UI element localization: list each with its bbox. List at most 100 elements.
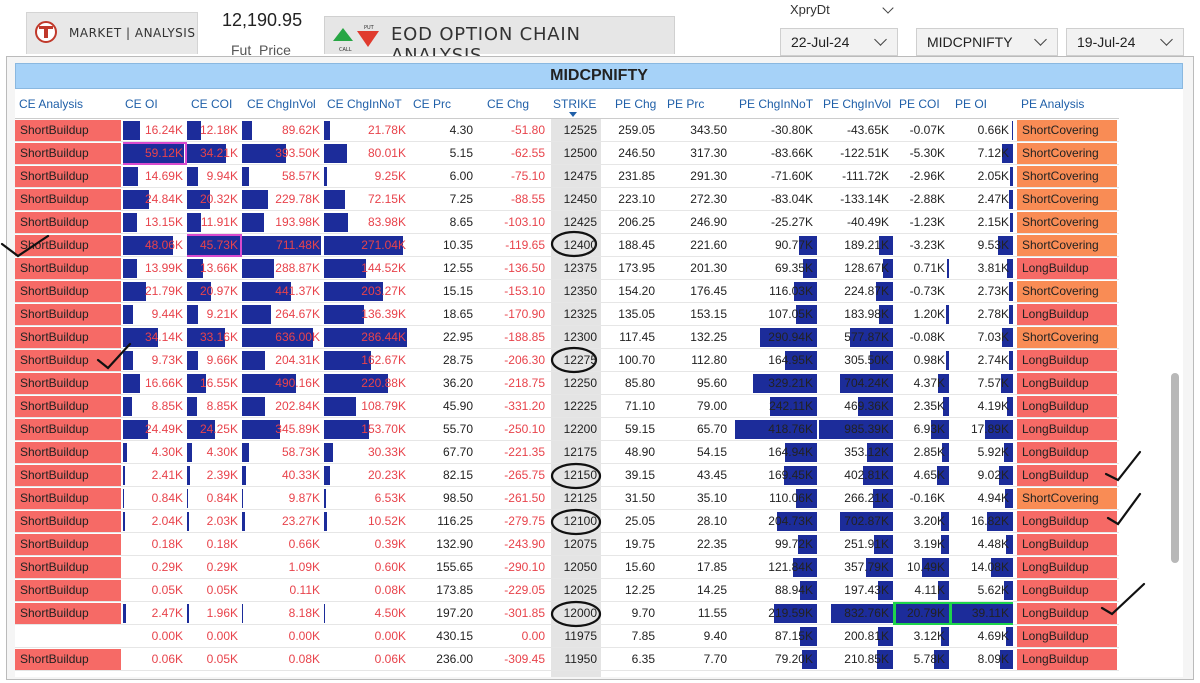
column-header-pe-chginnot[interactable]: PE ChgInNoT [739, 89, 813, 119]
table-row[interactable]: ShortBuildup 9.73K 9.66K 204.31K 162.67K 28.7… [15, 349, 1119, 372]
cell-ce-an: ShortBuildup [15, 119, 121, 142]
nav-tab-market-analysis[interactable]: MARKET | ANALYSIS [26, 12, 198, 54]
cell-value: 22.35 [696, 537, 727, 551]
cell-ce-chg: -206.30 [477, 349, 549, 372]
cell-value: 7.85 [631, 629, 655, 643]
column-header-pe-prc[interactable]: PE Prc [667, 89, 704, 119]
analysis-badge: ShortBuildup [15, 143, 121, 164]
sort-desc-icon[interactable] [569, 112, 577, 117]
cell-strike: 12050 [551, 556, 601, 579]
cell-value: 2.15K [977, 215, 1009, 229]
table-row[interactable]: ShortBuildup 2.41K 2.39K 40.33K 20.23K 82.15 -… [15, 464, 1119, 487]
column-header-pe-coi[interactable]: PE COI [899, 89, 940, 119]
cell-ce-vol: 711.48K [242, 234, 324, 257]
cell-ce-oi: 0.00K [123, 625, 187, 648]
table-row[interactable]: ShortBuildup 0.18K 0.18K 0.66K 0.39K 132.90 -2… [15, 533, 1119, 556]
cell-value: 264.67K [275, 307, 320, 321]
column-header-ce-chginnot[interactable]: CE ChgInNoT [327, 89, 402, 119]
cell-value: 183.98K [844, 307, 889, 321]
table-row[interactable]: ShortBuildup 21.79K 20.97K 441.37K 203.27K 15… [15, 280, 1119, 303]
symbol-dropdown[interactable]: MIDCPNIFTY [916, 28, 1058, 56]
date-dropdown[interactable]: 19-Jul-24 [1066, 28, 1184, 56]
cell-ce-not: 271.04K [324, 234, 410, 257]
table-row[interactable]: ShortBuildup 2.47K 1.96K 8.18K 4.50K 197.20 -3… [15, 602, 1119, 625]
column-header-ce-prc[interactable]: CE Prc [413, 89, 451, 119]
table-row[interactable]: ShortBuildup 13.15K 11.91K 193.98K 83.98K 8.6… [15, 211, 1119, 234]
table-row[interactable]: ShortBuildup 59.12K 34.21K 393.50K 80.01K 5.1… [15, 142, 1119, 165]
table-row[interactable]: ShortBuildup 2.04K 2.03K 23.27K 10.52K 116.25… [15, 510, 1119, 533]
column-header-pe-oi[interactable]: PE OI [955, 89, 987, 119]
table-row[interactable]: ShortBuildup 0.84K 0.84K 9.87K 6.53K 98.50 -26… [15, 487, 1119, 510]
cell-value: 14.08K [970, 560, 1009, 574]
table-row[interactable]: ShortBuildup 0.05K 0.05K 0.11K 0.08K 173.85 -2… [15, 579, 1119, 602]
table-row[interactable]: ShortBuildup 16.24K 12.18K 89.62K 21.78K 4.30… [15, 119, 1119, 142]
cell-value: 20.32K [199, 192, 238, 206]
chevron-down-icon[interactable] [882, 2, 894, 14]
cell-pe-vol: 197.43K [817, 579, 893, 602]
cell-pe-prc: 176.45 [659, 280, 731, 303]
column-header-pe-chginvol[interactable]: PE ChgInVol [823, 89, 891, 119]
cell-pe-not: 79.20K [733, 648, 817, 671]
cell-value: 65.70 [696, 422, 727, 436]
cell-ce-chg: -290.10 [477, 556, 549, 579]
column-header-ce-oi[interactable]: CE OI [125, 89, 158, 119]
cell-value: 12325 [563, 307, 597, 321]
cell-strike: 12000 [551, 602, 601, 625]
cell-pe-oi: 7.12K [949, 142, 1013, 165]
table-row[interactable]: 0.00K 0.00K 0.00K 0.00K 430.15 0.00 11975 7.85 9… [15, 625, 1119, 648]
table-row[interactable]: ShortBuildup 14.69K 9.94K 58.57K 9.25K 6.00 -7… [15, 165, 1119, 188]
cell-value: 155.65 [436, 560, 473, 574]
cell-pe-coi: 4.65K [893, 464, 949, 487]
expiry-dropdown[interactable]: 22-Jul-24 [780, 28, 898, 56]
cell-pe-an: LongBuildup [1017, 257, 1117, 280]
column-header-ce-analysis[interactable]: CE Analysis [19, 89, 83, 119]
table-row[interactable]: ShortBuildup 13.99K 13.66K 288.87K 144.52K 12… [15, 257, 1119, 280]
cell-pe-oi: 17.89K [949, 418, 1013, 441]
analysis-badge: LongBuildup [1017, 258, 1117, 279]
table-row[interactable]: ShortBuildup 16.66K 16.55K 490.16K 220.88K 36… [15, 372, 1119, 395]
column-header-ce-coi[interactable]: CE COI [191, 89, 232, 119]
column-header-pe-analysis[interactable]: PE Analysis [1021, 89, 1084, 119]
table-row[interactable]: ShortBuildup 24.84K 20.32K 229.78K 72.15K 7.2… [15, 188, 1119, 211]
cell-pe-oi: 4.19K [949, 395, 1013, 418]
cell-ce-not: 9.25K [324, 165, 410, 188]
cell-value: 430.15 [436, 629, 473, 643]
cell-pe-oi: 0.66K [949, 119, 1013, 142]
cell-value: 2.74K [977, 353, 1009, 367]
analysis-badge: ShortBuildup [15, 396, 121, 417]
table-row[interactable]: ShortBuildup 34.14K 33.16K 636.00K 286.44K 22… [15, 326, 1119, 349]
cell-value: 9.73K [151, 353, 183, 367]
cell-pe-oi: 3.81K [949, 257, 1013, 280]
table-row[interactable]: ShortBuildup 48.06K 45.73K 711.48K 271.04K 10… [15, 234, 1119, 257]
cell-ce-coi: 0.05K [187, 648, 242, 671]
cell-ce-not: 72.15K [324, 188, 410, 211]
vertical-scrollbar[interactable] [1171, 373, 1179, 563]
expiry-filter-label: XpryDt [790, 2, 830, 17]
analysis-badge: ShortCovering [1017, 120, 1117, 141]
cell-ce-vol: 288.87K [242, 257, 324, 280]
cell-pe-vol: 183.98K [817, 303, 893, 326]
data-bar [324, 604, 325, 623]
cell-pe-coi: -0.08K [893, 326, 949, 349]
table-row[interactable]: ShortBuildup 9.44K 9.21K 264.67K 136.39K 18.6… [15, 303, 1119, 326]
table-row[interactable]: ShortBuildup 0.29K 0.29K 1.09K 0.60K 155.65 -2… [15, 556, 1119, 579]
cell-pe-chg: 117.45 [601, 326, 659, 349]
cell-value: 176.45 [690, 284, 727, 298]
data-bar [242, 466, 246, 485]
table-row[interactable]: ShortBuildup 8.85K 8.85K 202.84K 108.79K 45.9… [15, 395, 1119, 418]
cell-value: -30.80K [770, 123, 813, 137]
cell-value: 0.00K [374, 629, 406, 643]
cell-ce-chg: -188.85 [477, 326, 549, 349]
column-header-ce-chginvol[interactable]: CE ChgInVol [247, 89, 316, 119]
table-row[interactable]: ShortBuildup 0.06K 0.05K 0.08K 0.06K 236.00 -3… [15, 648, 1119, 671]
column-header-ce-chg[interactable]: CE Chg [487, 89, 529, 119]
table-row[interactable]: ShortBuildup 24.49K 24.25K 345.89K 153.70K 55… [15, 418, 1119, 441]
cell-strike: 12400 [551, 234, 601, 257]
table-row[interactable]: ShortBuildup 4.30K 4.30K 58.73K 30.33K 67.70 -… [15, 441, 1119, 464]
cell-ce-vol: 264.67K [242, 303, 324, 326]
cell-value: 0.60K [374, 560, 406, 574]
cell-ce-oi: 0.29K [123, 556, 187, 579]
analysis-badge: LongBuildup [1017, 350, 1117, 371]
cell-value: 108.79K [361, 399, 406, 413]
column-header-pe-chg[interactable]: PE Chg [615, 89, 656, 119]
